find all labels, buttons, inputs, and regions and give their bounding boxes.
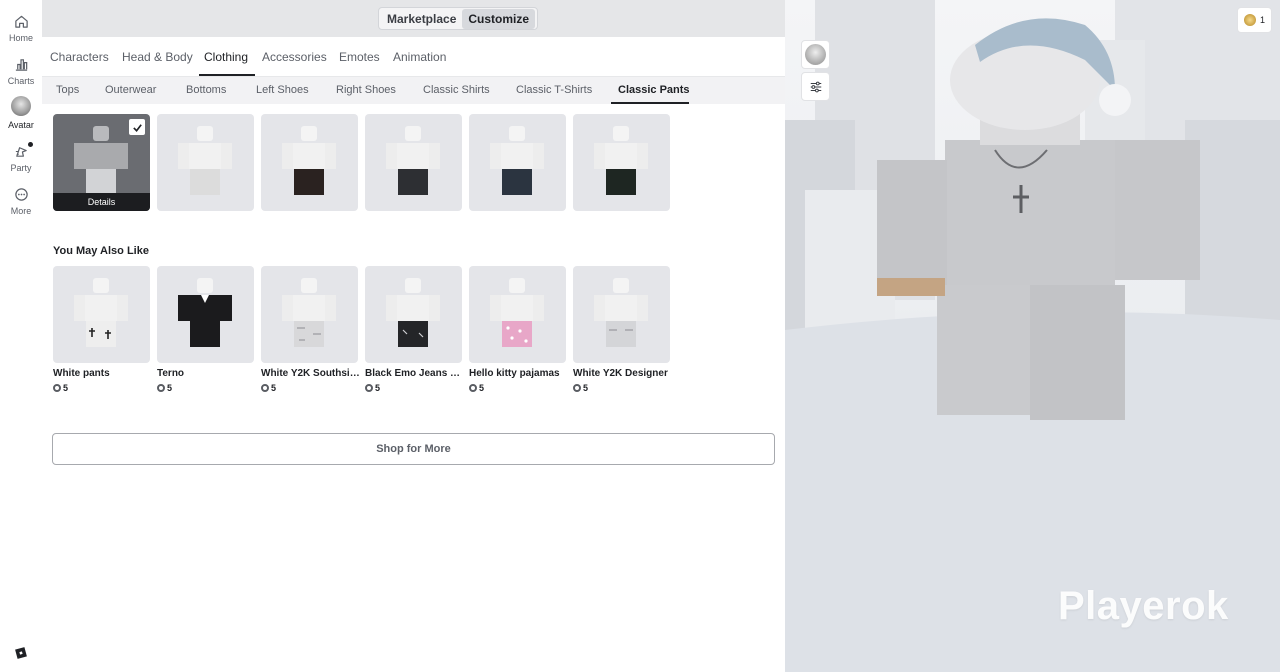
rail-label-charts: Charts — [7, 76, 35, 86]
robux-icon — [573, 384, 581, 392]
item-price: 5 — [261, 383, 276, 393]
tab-animation[interactable]: Animation — [393, 50, 446, 64]
item-price: 5 — [469, 383, 484, 393]
item-name[interactable]: White Y2K Designer — [573, 368, 673, 379]
mode-switcher: Marketplace Customize — [378, 7, 539, 30]
subtab-classic-tshirts[interactable]: Classic T-Shirts — [516, 84, 592, 96]
robux-icon — [261, 384, 269, 392]
charts-icon — [15, 59, 27, 71]
marketplace-tab[interactable]: Marketplace — [381, 9, 462, 29]
avatar-thumbnail-icon — [74, 278, 128, 347]
party-notification-dot — [28, 142, 33, 147]
owned-item-tile[interactable] — [261, 114, 358, 211]
owned-item-tile[interactable] — [469, 114, 566, 211]
item-name[interactable]: White Y2K Southside Pants — [261, 368, 361, 379]
avatar-thumbnail-icon — [178, 126, 232, 195]
subtab-tops[interactable]: Tops — [56, 84, 79, 96]
subtab-classic-shirts[interactable]: Classic Shirts — [423, 84, 490, 96]
avatar-thumbnail-button[interactable] — [801, 40, 830, 69]
active-category-underline — [199, 74, 255, 76]
tab-clothing[interactable]: Clothing — [204, 50, 248, 64]
avatar-thumbnail-icon — [386, 126, 440, 195]
avatar-thumbnail-icon — [282, 278, 336, 347]
item-name[interactable]: Hello kitty pajamas — [469, 368, 569, 379]
avatar-viewport[interactable]: 1 Playerok — [785, 0, 1280, 672]
item-price: 5 — [573, 383, 588, 393]
robux-balance[interactable]: 1 — [1237, 7, 1272, 33]
adjust-settings-button[interactable] — [801, 72, 830, 101]
item-price: 5 — [53, 383, 68, 393]
rail-party[interactable]: Party — [0, 140, 42, 180]
subtab-left-shoes[interactable]: Left Shoes — [256, 84, 309, 96]
category-tabs: Characters Head & Body Clothing Accessor… — [42, 37, 785, 77]
recommended-item-tile[interactable] — [365, 266, 462, 363]
roblox-logo-icon[interactable] — [14, 646, 28, 660]
robux-icon — [157, 384, 165, 392]
item-name[interactable]: Black Emo Jeans School — [365, 368, 465, 379]
avatar-thumbnail-icon — [594, 278, 648, 347]
avatar-thumbnail-icon — [178, 278, 232, 347]
more-icon — [14, 188, 28, 201]
avatar-thumb-icon — [805, 44, 826, 65]
selected-check-icon — [129, 119, 145, 135]
recommended-item-tile[interactable] — [157, 266, 254, 363]
rail-home[interactable]: Home — [0, 10, 42, 50]
top-bar: Marketplace Customize — [42, 0, 785, 37]
avatar-icon — [11, 96, 31, 116]
robux-count: 1 — [1259, 15, 1265, 25]
item-name[interactable]: White pants — [53, 368, 153, 379]
rail-label-avatar: Avatar — [8, 120, 34, 130]
subtab-right-shoes[interactable]: Right Shoes — [336, 84, 396, 96]
item-name[interactable]: Terno — [157, 368, 257, 379]
rail-avatar[interactable]: Avatar — [0, 96, 42, 136]
customize-tab[interactable]: Customize — [462, 8, 536, 29]
item-price: 5 — [365, 383, 380, 393]
coin-icon — [1243, 14, 1256, 26]
details-button[interactable]: Details — [53, 193, 150, 211]
owned-item-tile[interactable]: Details — [53, 114, 150, 211]
avatar-thumbnail-icon — [594, 126, 648, 195]
avatar-thumbnail-icon — [386, 278, 440, 347]
avatar-scene — [785, 0, 1280, 672]
item-price: 5 — [157, 383, 172, 393]
home-icon — [14, 15, 28, 28]
section-title-recommended: You May Also Like — [53, 245, 149, 257]
rail-label-more: More — [10, 206, 32, 216]
avatar-thumbnail-icon — [74, 126, 128, 195]
tab-accessories[interactable]: Accessories — [262, 50, 327, 64]
avatar-thumbnail-icon — [490, 278, 544, 347]
tab-head-body[interactable]: Head & Body — [122, 50, 193, 64]
rail-charts[interactable]: Charts — [0, 53, 42, 93]
robux-icon — [365, 384, 373, 392]
left-rail: Home Charts Avatar Party More — [0, 0, 42, 672]
rail-more[interactable]: More — [0, 183, 42, 223]
shop-for-more-button[interactable]: Shop for More — [52, 433, 775, 465]
owned-item-tile[interactable] — [573, 114, 670, 211]
tab-characters[interactable]: Characters — [50, 50, 109, 64]
owned-item-tile[interactable] — [157, 114, 254, 211]
owned-item-tile[interactable] — [365, 114, 462, 211]
active-subcategory-underline — [611, 102, 689, 104]
rail-label-home: Home — [8, 33, 33, 43]
recommended-item-tile[interactable] — [261, 266, 358, 363]
recommended-item-tile[interactable] — [573, 266, 670, 363]
avatar-thumbnail-icon — [282, 126, 336, 195]
party-icon — [15, 147, 27, 157]
robux-icon — [53, 384, 61, 392]
tab-emotes[interactable]: Emotes — [339, 50, 380, 64]
recommended-item-tile[interactable] — [469, 266, 566, 363]
subtab-classic-pants[interactable]: Classic Pants — [618, 84, 690, 96]
watermark: Playerok — [1058, 584, 1229, 628]
subtab-outerwear[interactable]: Outerwear — [105, 84, 156, 96]
recommended-item-tile[interactable] — [53, 266, 150, 363]
subtab-bottoms[interactable]: Bottoms — [186, 84, 226, 96]
robux-icon — [469, 384, 477, 392]
sliders-icon — [810, 81, 821, 92]
rail-label-party: Party — [10, 163, 32, 173]
avatar-thumbnail-icon — [490, 126, 544, 195]
subcategory-tabs: Tops Outerwear Bottoms Left Shoes Right … — [42, 77, 785, 104]
